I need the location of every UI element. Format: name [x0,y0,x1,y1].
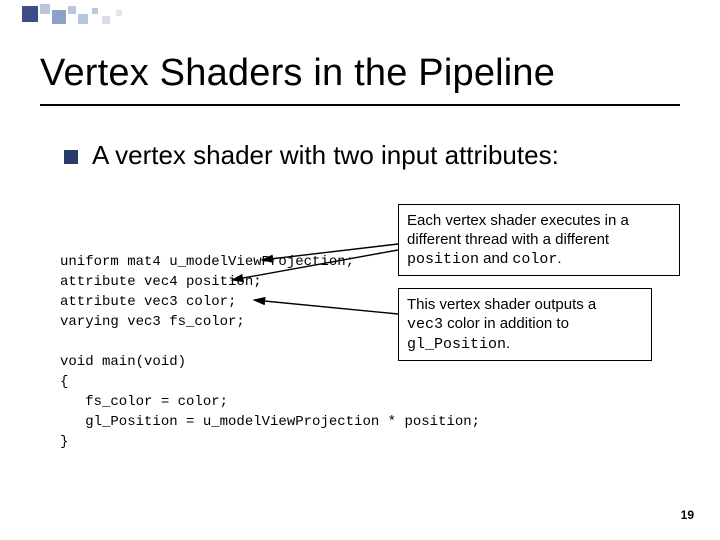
arrows [0,0,720,540]
page-number: 19 [681,508,694,522]
